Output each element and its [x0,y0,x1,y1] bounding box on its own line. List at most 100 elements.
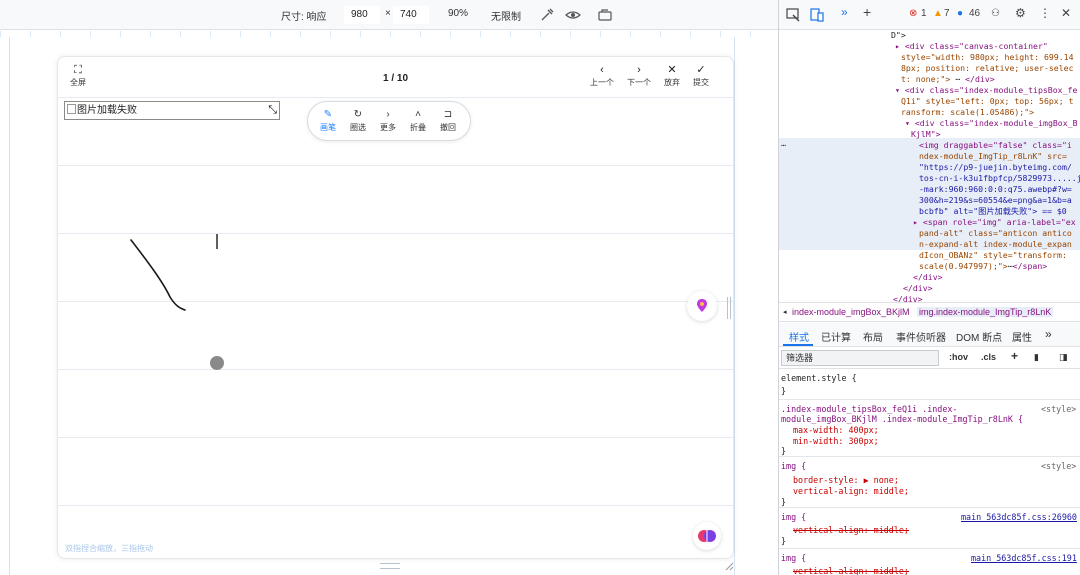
dom-line[interactable]: </div> [893,294,923,302]
dom-line[interactable]: ▸ <span role="img" aria-label="ex [913,217,1076,228]
dom-line[interactable]: ransform: scale(1.05486);"> [901,107,1034,118]
css-declaration[interactable]: border-style: ▶ none; [793,475,899,486]
error-count[interactable]: 1 [921,8,927,19]
rule-selector[interactable]: img { [781,512,806,523]
element-style-selector[interactable]: element.style { [781,373,857,384]
add-icon[interactable]: + [863,4,871,20]
css-declaration[interactable]: min-width: 300px; [793,436,879,447]
css-declaration-overridden[interactable]: vertical-align: middle; [793,566,909,575]
info-count[interactable]: 46 [969,8,980,19]
dom-line[interactable]: ▾ <div class="index-module_tipsBox_fe [895,85,1077,96]
dom-line[interactable]: 8px; position: relative; user-selec [901,63,1074,74]
warning-icon[interactable]: ▲ [933,8,943,19]
dom-line-text: scale(0.947997);"> [919,261,1008,271]
dimensions-dropdown[interactable]: 尺寸: 响应 [281,8,327,23]
dom-line[interactable]: D"> [891,30,906,41]
dom-line[interactable]: bcbfb" alt="图片加载失败"> == $0 [919,206,1067,217]
dom-line[interactable]: KjlM"> [911,129,941,140]
vision-eye-icon[interactable] [565,7,581,23]
dom-line[interactable]: </div> [913,272,943,283]
dom-line[interactable]: pand-alt" class="anticon antico [919,228,1072,239]
dom-line[interactable]: </div> [903,283,933,294]
dom-line-text: </div> [965,74,995,84]
close-devtools-icon[interactable]: ✕ [1061,6,1071,20]
rule-source-link[interactable]: main_563dc85f.css:26960 [961,512,1077,523]
hov-toggle[interactable]: :hov [949,352,968,362]
filter-row: 筛选器 :hov .cls + ▮ ◨ [779,347,1080,369]
error-icon[interactable]: ⊗ [909,8,917,19]
dom-line[interactable]: ▸ <div class="canvas-container" [895,41,1048,52]
new-rule-icon[interactable]: + [1011,349,1018,363]
rule-selector[interactable]: img { [781,461,806,472]
style-rule: img { main_563dc85f.css:191 vertical-ali… [779,550,1080,575]
device-frame: ⛶ 全屏 1 / 10 ‹ 上一个 › 下一个 ✕ 放弃 ✓ 提交 图片加载失败… [57,56,734,559]
rule-source-link[interactable]: main_563dc85f.css:191 [971,553,1077,564]
dom-line[interactable]: t: none;"> ⋯ </div> [901,74,995,85]
tab-event-listeners[interactable]: 事件侦听器 [896,329,946,344]
tab-properties[interactable]: 属性 [1012,329,1032,344]
tab-styles[interactable]: 样式 [789,329,809,344]
dom-line[interactable]: ndex-module_ImgTip_r8LnK" src= [919,151,1067,162]
breadcrumb: ◂ index-module_imgBox_BKjlM img.index-mo… [779,302,1080,322]
ai-assistant-button[interactable] [693,522,721,550]
zoom-dropdown[interactable]: 90% [448,8,468,19]
dom-line[interactable]: <img draggable="false" class="i [919,140,1072,151]
tab-computed[interactable]: 已计算 [821,329,851,344]
warning-count[interactable]: 7 [944,8,950,19]
dom-line[interactable]: n-expand-alt index-module_expan [919,239,1072,250]
tab-dom-breakpoints[interactable]: DOM 断点 [956,329,1002,344]
dom-line[interactable]: 300&h=219&s=60554&e=png&a=1&b=a [919,195,1072,206]
filter-input[interactable]: 筛选器 [781,350,939,366]
info-icon[interactable]: ● [957,8,963,19]
dom-line[interactable]: tos-cn-i-k3u1fbpfcp/5829973.....jj [919,173,1080,184]
rotate-device-icon[interactable] [597,7,613,23]
rule-selector[interactable]: module_imgBox_BKjlM .index-module_ImgTip… [781,414,1023,425]
corner-resize-handle[interactable] [724,561,734,571]
device-toolbar: 尺寸: 响应 980 × 740 90% 无限制 [0,0,778,30]
dom-line[interactable]: "https://p9-juejin.byteimg.com/ [919,162,1072,173]
bottom-resize-handle[interactable] [380,563,400,569]
issues-icon[interactable]: ⚇ [991,8,1000,19]
pen-stroke [130,239,186,311]
screen: 尺寸: 响应 980 × 740 90% 无限制 ⛶ 全屏 1 / 10 ‹ 上… [0,0,1080,575]
more-panels-icon[interactable]: » [841,5,848,19]
width-input[interactable]: 980 [344,6,380,24]
rule-selector[interactable]: img { [781,553,806,564]
close-brace: } [781,446,787,456]
style-rule: element.style { } [779,370,1080,400]
breadcrumb-item[interactable]: index-module_imgBox_BKjlM [792,307,910,317]
rule-source[interactable]: <style> [1041,404,1076,415]
breadcrumb-item-selected[interactable]: img.index-module_ImgTip_r8LnK [917,307,1054,317]
sidebar-toggle-icon[interactable]: ◨ [1059,352,1068,363]
dom-line[interactable]: -mark:960:960:0:0:q75.awebp#?w= [919,184,1072,195]
css-declaration[interactable]: vertical-align: middle; [793,486,909,497]
right-resize-handle[interactable] [727,297,731,319]
breadcrumb-left-arrow-icon[interactable]: ◂ [783,308,787,316]
devtools-panel: » + ⊗ 1 ▲ 7 ● 46 ⚇ ⚙ ⋮ ✕ D"> ▸ <div clas… [778,0,1080,575]
inspect-element-icon[interactable] [785,7,801,23]
dom-line-text: </span> [1012,261,1048,271]
dom-line[interactable]: style="width: 980px; height: 699.14 [901,52,1074,63]
css-declaration[interactable]: max-width: 400px; [793,425,879,436]
drawing-canvas[interactable] [58,57,734,559]
css-declaration-overridden[interactable]: vertical-align: middle; [793,525,909,536]
device-toggle-icon[interactable] [809,7,825,23]
dom-line-text: <div class="index-module_imgBox_B [914,118,1078,128]
height-input[interactable]: 740 [393,6,429,24]
cls-toggle[interactable]: .cls [981,352,996,362]
sensors-pen-icon[interactable] [539,7,555,23]
tab-layout[interactable]: 布局 [863,329,883,344]
dom-line-text: t: none;"> [901,74,951,84]
throttle-dropdown[interactable]: 无限制 [491,8,521,23]
paint-bucket-icon[interactable]: ▮ [1034,352,1039,363]
settings-gear-icon[interactable]: ⚙ [1015,6,1026,20]
dom-line[interactable]: Q1i" style="left: 0px; top: 56px; t [901,96,1074,107]
more-tabs-icon[interactable]: » [1045,327,1052,341]
rule-source[interactable]: <style> [1041,461,1076,472]
dom-line[interactable]: scale(0.947997);">⋯</span> [919,261,1047,272]
dom-line[interactable]: dIcon_OBANz" style="transform: [919,250,1067,261]
node-menu-icon[interactable]: ⋯ [781,140,786,151]
location-button[interactable] [687,291,717,321]
kebab-menu-icon[interactable]: ⋮ [1039,6,1051,20]
dom-line[interactable]: ▾ <div class="index-module_imgBox_B [905,118,1078,129]
